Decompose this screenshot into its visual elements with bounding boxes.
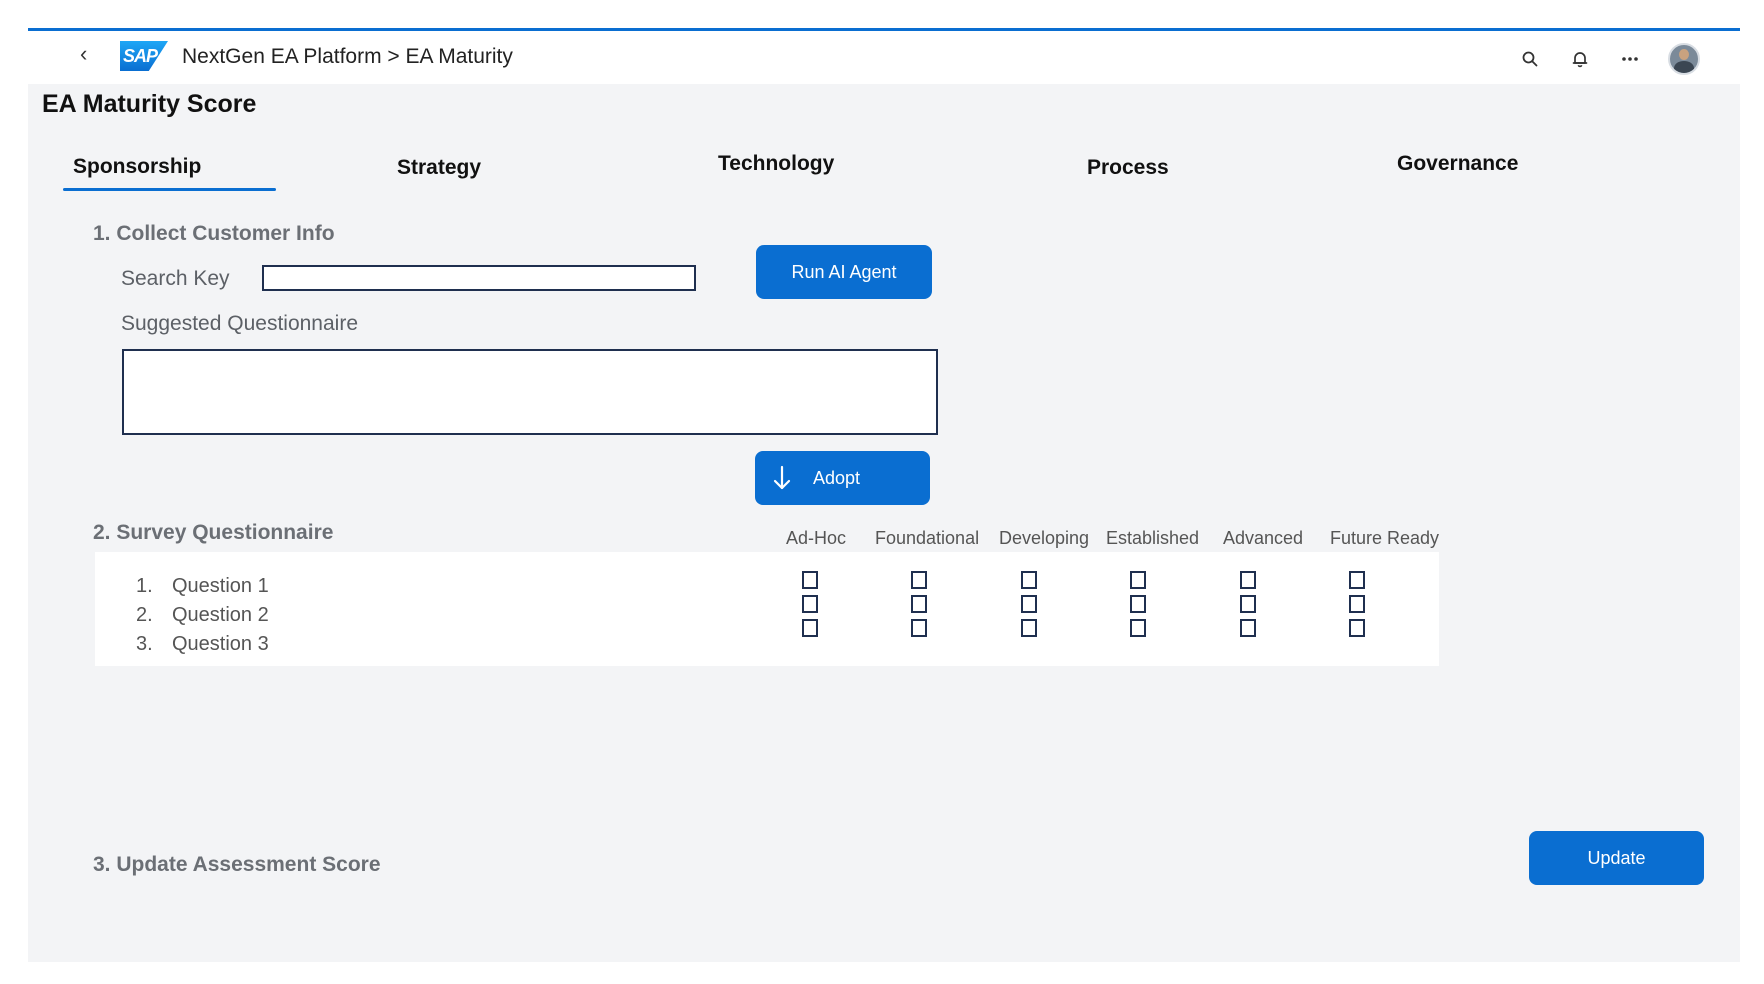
level-adhoc-header: Ad-Hoc <box>786 528 847 548</box>
tab-technology[interactable]: Technology <box>718 152 834 176</box>
list-item: 2. Question 2 <box>136 604 269 627</box>
shell-bar: ‹ SAP NextGen EA Platform > EA Maturity <box>28 31 1740 84</box>
tab-sponsorship[interactable]: Sponsorship <box>73 155 201 179</box>
question-number: 3. <box>136 633 153 655</box>
checkbox-q2-adhoc[interactable] <box>802 595 818 613</box>
search-icon[interactable] <box>1518 47 1542 71</box>
checkbox-q1-foundational[interactable] <box>911 571 927 589</box>
back-button[interactable]: ‹ <box>80 41 87 67</box>
level-future-ready-header: Future Ready <box>1330 528 1440 548</box>
tab-governance[interactable]: Governance <box>1397 152 1518 176</box>
suggested-questionnaire-label: Suggested Questionnaire <box>121 312 358 335</box>
checkbox-q3-adhoc[interactable] <box>802 619 818 637</box>
checkbox-q2-established[interactable] <box>1130 595 1146 613</box>
list-item: 3. Question 3 <box>136 633 269 656</box>
checkbox-q3-advanced[interactable] <box>1240 619 1256 637</box>
question-text: Question 3 <box>172 633 269 655</box>
shell-actions <box>1518 43 1700 75</box>
checkbox-q1-established[interactable] <box>1130 571 1146 589</box>
overflow-icon[interactable] <box>1618 47 1642 71</box>
tab-process[interactable]: Process <box>1087 156 1169 180</box>
checkbox-q2-future-ready[interactable] <box>1349 595 1365 613</box>
checkbox-q1-future-ready[interactable] <box>1349 571 1365 589</box>
page-title: EA Maturity Score <box>42 90 257 118</box>
question-number: 1. <box>136 575 153 597</box>
checkbox-q3-established[interactable] <box>1130 619 1146 637</box>
avatar[interactable] <box>1668 43 1700 75</box>
tab-selected-indicator <box>63 188 276 191</box>
checkbox-q1-advanced[interactable] <box>1240 571 1256 589</box>
run-ai-agent-label: Run AI Agent <box>791 261 897 282</box>
question-text: Question 2 <box>172 604 269 626</box>
arrow-down-icon <box>773 465 791 491</box>
update-button[interactable]: Update <box>1529 831 1704 885</box>
sap-logo: SAP <box>120 41 168 71</box>
section-update-heading: 3. Update Assessment Score <box>93 853 381 876</box>
checkbox-q2-developing[interactable] <box>1021 595 1037 613</box>
checkbox-q1-developing[interactable] <box>1021 571 1037 589</box>
search-key-label: Search Key <box>121 267 230 290</box>
list-item: 1. Question 1 <box>136 575 269 598</box>
checkbox-q2-foundational[interactable] <box>911 595 927 613</box>
question-text: Question 1 <box>172 575 269 597</box>
checkbox-q2-advanced[interactable] <box>1240 595 1256 613</box>
checkbox-q1-adhoc[interactable] <box>802 571 818 589</box>
suggested-questionnaire-textarea[interactable] <box>122 349 938 435</box>
checkbox-q3-foundational[interactable] <box>911 619 927 637</box>
question-number: 2. <box>136 604 153 626</box>
checkbox-q3-future-ready[interactable] <box>1349 619 1365 637</box>
checkbox-q3-developing[interactable] <box>1021 619 1037 637</box>
run-ai-agent-button[interactable]: Run AI Agent <box>756 245 932 299</box>
section-survey-heading: 2. Survey Questionnaire <box>93 521 334 544</box>
bell-icon[interactable] <box>1568 47 1592 71</box>
adopt-button[interactable]: Adopt <box>755 451 930 505</box>
level-developing-header: Developing <box>999 528 1090 548</box>
section-collect-heading: 1. Collect Customer Info <box>93 222 335 245</box>
update-label: Update <box>1587 847 1646 868</box>
survey-panel <box>95 552 1439 666</box>
level-foundational-header: Foundational <box>875 528 980 548</box>
tab-strategy[interactable]: Strategy <box>397 156 481 180</box>
level-established-header: Established <box>1106 528 1200 548</box>
breadcrumb: NextGen EA Platform > EA Maturity <box>182 45 513 68</box>
adopt-label: Adopt <box>813 467 861 488</box>
level-advanced-header: Advanced <box>1223 528 1304 548</box>
search-key-input[interactable] <box>262 265 696 291</box>
